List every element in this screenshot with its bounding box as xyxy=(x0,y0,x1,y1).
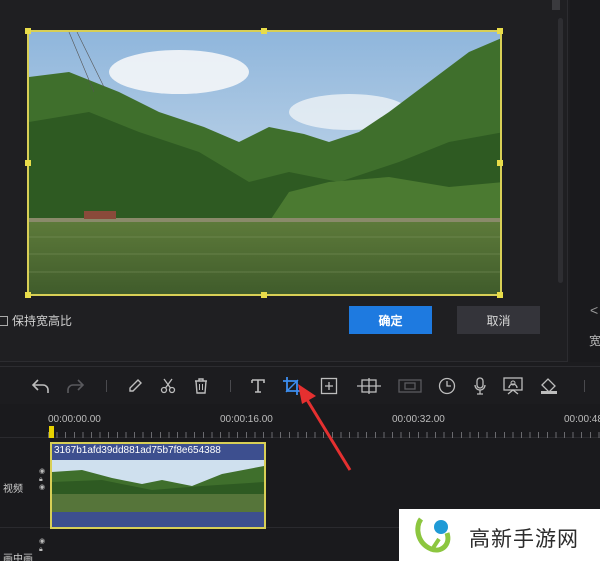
time-tick-label: 00:00:00.00 xyxy=(48,414,101,425)
timeline-ruler[interactable]: 00:00:00.00 00:00:16.00 00:00:32.00 00:0… xyxy=(0,404,600,438)
site-watermark: 高新手游网 xyxy=(399,509,600,561)
crop-icon[interactable] xyxy=(281,375,303,397)
toolbar-divider xyxy=(584,380,585,392)
crop-preview-image[interactable] xyxy=(27,30,502,296)
zoom-frame-icon[interactable] xyxy=(318,375,340,397)
crop-handle-bottom-center[interactable] xyxy=(261,292,267,298)
toolbar-divider xyxy=(230,380,231,392)
playhead-marker[interactable] xyxy=(49,426,54,438)
confirm-button[interactable]: 确定 xyxy=(349,306,432,334)
toolbar-divider xyxy=(106,380,107,392)
trash-icon[interactable] xyxy=(190,375,212,397)
track-label: 画中画 xyxy=(3,554,33,561)
crop-handle-bottom-left[interactable] xyxy=(25,292,31,298)
mosaic-icon[interactable] xyxy=(355,375,383,397)
edit-toolbar xyxy=(0,366,600,404)
watermark-logo-icon xyxy=(415,517,451,553)
time-tick-label: 00:00:48 xyxy=(564,414,600,425)
checkbox-icon[interactable] xyxy=(0,315,8,326)
track-label: 视频 xyxy=(3,484,23,495)
video-clip[interactable]: 3167b1afd39dd881ad75b7f8e654388 xyxy=(50,442,266,529)
time-tick-label: 00:00:32.00 xyxy=(392,414,445,425)
clip-thumbnail xyxy=(52,460,264,512)
cancel-button[interactable]: 取消 xyxy=(457,306,540,334)
redo-icon[interactable] xyxy=(64,375,86,397)
time-tick-label: 00:00:16.00 xyxy=(220,414,273,425)
landscape-photo xyxy=(29,32,500,294)
watermark-text: 高新手游网 xyxy=(469,527,579,551)
pencil-icon[interactable] xyxy=(124,375,146,397)
dialog-corner xyxy=(552,0,560,10)
keep-ratio-label: 保持宽高比 xyxy=(12,314,73,328)
track-control-icons[interactable]: ◉ 🔒︎ ◉ xyxy=(39,468,45,492)
undo-icon[interactable] xyxy=(30,375,52,397)
text-icon[interactable] xyxy=(247,375,269,397)
crop-handle-middle-right[interactable] xyxy=(497,160,503,166)
dialog-scrollbar[interactable] xyxy=(558,18,563,283)
color-fill-icon[interactable] xyxy=(538,375,560,397)
keep-ratio-checkbox[interactable]: 保持宽高比 xyxy=(0,312,72,329)
scissors-icon[interactable] xyxy=(157,375,179,397)
collapse-chevron-icon[interactable]: < xyxy=(590,302,598,318)
track-control-icons[interactable]: ◉ 🔒︎ xyxy=(39,538,45,554)
clip-name: 3167b1afd39dd881ad75b7f8e654388 xyxy=(54,445,221,456)
crop-handle-top-left[interactable] xyxy=(25,28,31,34)
crop-handle-middle-left[interactable] xyxy=(25,160,31,166)
right-side-panel: < 宽 xyxy=(570,0,600,362)
crop-handle-top-center[interactable] xyxy=(261,28,267,34)
crop-handle-bottom-right[interactable] xyxy=(497,292,503,298)
right-panel-label: 宽 xyxy=(589,334,600,348)
crop-handle-top-right[interactable] xyxy=(497,28,503,34)
freeze-frame-icon[interactable] xyxy=(397,375,423,397)
crop-dialog: 保持宽高比 确定 取消 xyxy=(0,0,568,362)
microphone-icon[interactable] xyxy=(469,375,491,397)
speed-clock-icon[interactable] xyxy=(436,375,458,397)
screen-record-icon[interactable] xyxy=(502,375,524,397)
